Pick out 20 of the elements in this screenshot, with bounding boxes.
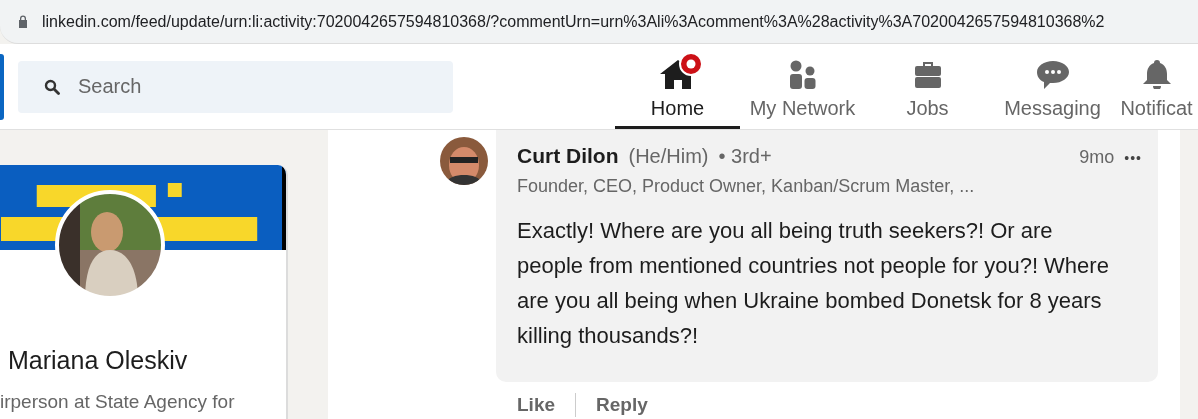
url-text: linkedin.com/feed/update/urn:li:activity:7020042657594810368/?commentUrn=urn%3Ali%3Acomment%3A%28activity%3A7020042657594810368%2 [42, 12, 1105, 31]
comment-time: 9mo [1079, 147, 1115, 168]
nav-tab[interactable]: Messaging [990, 44, 1115, 129]
comment-text: Exactly! Where are you all being truth seekers?! Or are people from mentioned countries not people for you?! Where are you all being when Ukraine bombed Donetsk for 8 years killing thousands?! [517, 217, 1110, 350]
comment-action[interactable]: Reply [596, 392, 648, 418]
connection-degree: • 3rd+ [718, 145, 772, 168]
more-options-button[interactable]: ••• [1124, 150, 1142, 166]
author-name[interactable]: Curt Dilon [517, 144, 619, 168]
search-field[interactable]: Search [18, 60, 453, 113]
address-bar[interactable]: linkedin.com/feed/update/urn:li:activity:7020042657594810368/?commentUrn=urn%3Ali%3Acomment%3A%28activity%3A7020042657594810368%2 [0, 0, 1198, 44]
author-headline: Founder, CEO, Product Owner, Kanban/Scrum Master, ... [517, 176, 976, 197]
lock-icon [18, 15, 28, 28]
comment-action[interactable]: Like [517, 392, 556, 418]
profile-headline: irperson at State Agency for [0, 391, 235, 413]
nav-tab[interactable]: My Network [740, 44, 865, 129]
pronouns: (He/Him) [628, 145, 709, 168]
nav-tab[interactable]: Notificat [1115, 44, 1198, 129]
profile-name[interactable]: Mariana Oleskiv [0, 346, 188, 375]
nav-tab[interactable]: Jobs [865, 44, 990, 129]
logo-edge[interactable] [0, 53, 4, 120]
